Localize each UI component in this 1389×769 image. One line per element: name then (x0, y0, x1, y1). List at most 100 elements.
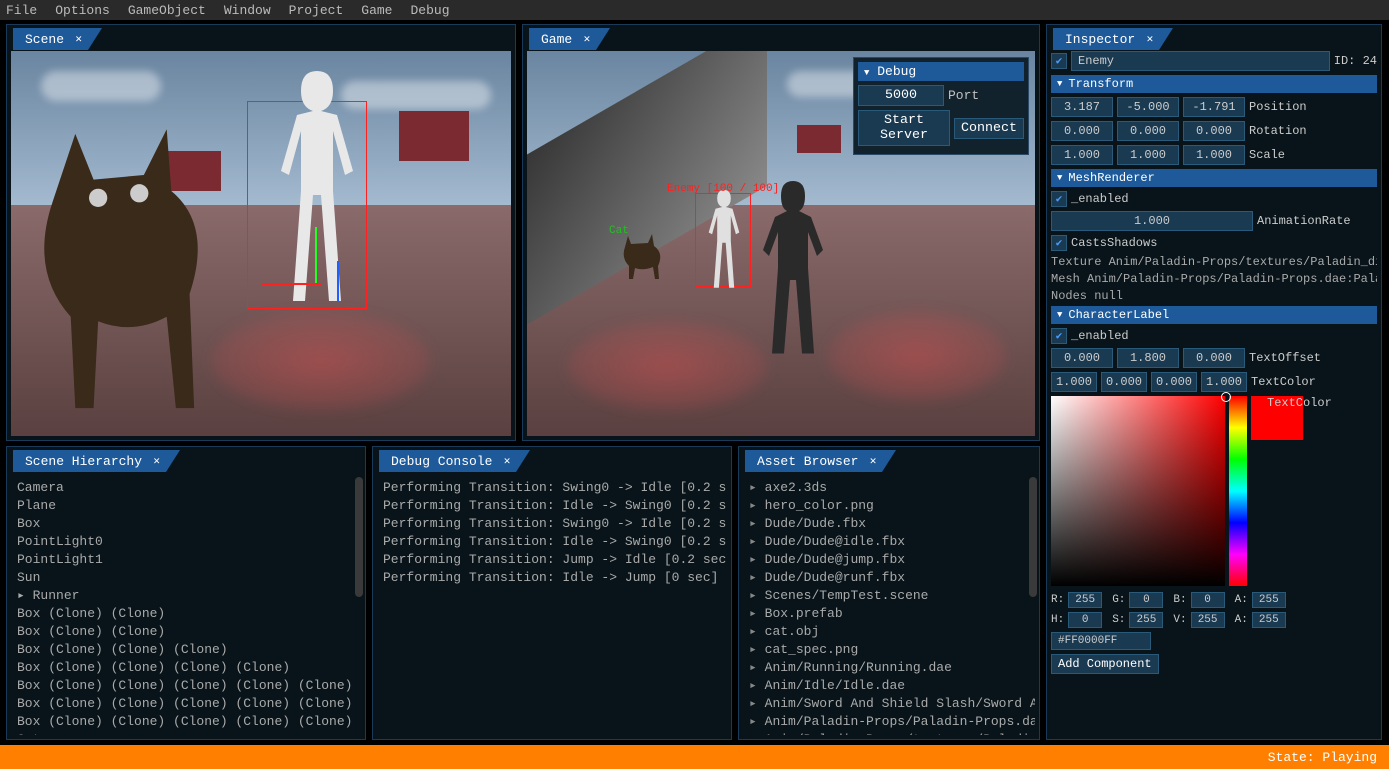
tab-console[interactable]: Debug Console ✕ (379, 450, 516, 472)
color-hex-input[interactable] (1051, 632, 1151, 650)
close-icon[interactable]: ✕ (1147, 32, 1154, 46)
scale-y[interactable] (1117, 145, 1179, 165)
color-s[interactable] (1129, 612, 1163, 628)
hue-slider[interactable] (1229, 396, 1247, 586)
list-item[interactable]: cat_spec.png (749, 641, 1029, 659)
close-icon[interactable]: ✕ (584, 32, 591, 46)
debug-overlay-header[interactable]: ▼ Debug (858, 62, 1024, 81)
list-item[interactable]: Performing Transition: Swing0 -> Idle [0… (383, 515, 721, 533)
list-item[interactable]: Box (Clone) (Clone) (Clone) (Clone) (Clo… (17, 713, 355, 731)
list-item[interactable]: ▸ Runner (17, 587, 355, 605)
menu-project[interactable]: Project (289, 3, 344, 18)
list-item[interactable]: Anim/Paladin-Props/textures/Paladin_di (749, 731, 1029, 735)
console-list[interactable]: Performing Transition: Swing0 -> Idle [0… (377, 473, 727, 735)
list-item[interactable]: Box (Clone) (Clone) (Clone) (Clone) (17, 659, 355, 677)
pos-z[interactable] (1183, 97, 1245, 117)
list-item[interactable]: Box (Clone) (Clone) (Clone) (Clone) (Clo… (17, 677, 355, 695)
tab-assets[interactable]: Asset Browser ✕ (745, 450, 882, 472)
assets-list[interactable]: axe2.3dshero_color.pngDude/Dude.fbxDude/… (743, 473, 1035, 735)
offset-y[interactable] (1117, 348, 1179, 368)
scrollbar[interactable] (1029, 477, 1037, 597)
scrollbar[interactable] (355, 477, 363, 597)
tab-game[interactable]: Game ✕ (529, 28, 596, 50)
color-b[interactable] (1191, 592, 1225, 608)
tab-scene[interactable]: Scene ✕ (13, 28, 88, 50)
color-r[interactable] (1068, 592, 1102, 608)
list-item[interactable]: hero_color.png (749, 497, 1029, 515)
rot-z[interactable] (1183, 121, 1245, 141)
tab-hierarchy[interactable]: Scene Hierarchy ✕ (13, 450, 166, 472)
hierarchy-list[interactable]: CameraPlaneBoxPointLight0PointLight1Sun▸… (11, 473, 361, 735)
close-icon[interactable]: ✕ (504, 454, 511, 468)
list-item[interactable]: Dude/Dude@idle.fbx (749, 533, 1029, 551)
charlabel-enabled-checkbox[interactable]: ✔ (1051, 328, 1067, 344)
meshrenderer-header[interactable]: ▼MeshRenderer (1051, 169, 1377, 187)
list-item[interactable]: Sun (17, 569, 355, 587)
list-item[interactable]: Anim/Running/Running.dae (749, 659, 1029, 677)
menu-file[interactable]: File (6, 3, 37, 18)
scene-viewport[interactable] (11, 51, 511, 436)
color-h[interactable] (1068, 612, 1102, 628)
list-item[interactable]: Box (Clone) (Clone) (Clone) (17, 641, 355, 659)
scale-z[interactable] (1183, 145, 1245, 165)
list-item[interactable]: Box (Clone) (Clone) (17, 623, 355, 641)
transform-header[interactable]: ▼Transform (1051, 75, 1377, 93)
close-icon[interactable]: ✕ (75, 32, 82, 46)
list-item[interactable]: Anim/Idle/Idle.dae (749, 677, 1029, 695)
list-item[interactable]: Performing Transition: Jump -> Idle [0.2… (383, 551, 721, 569)
color-v[interactable] (1191, 612, 1225, 628)
list-item[interactable]: Scenes/TempTest.scene (749, 587, 1029, 605)
scale-x[interactable] (1051, 145, 1113, 165)
list-item[interactable]: Performing Transition: Idle -> Swing0 [0… (383, 497, 721, 515)
close-icon[interactable]: ✕ (870, 454, 877, 468)
offset-x[interactable] (1051, 348, 1113, 368)
rot-x[interactable] (1051, 121, 1113, 141)
object-name-input[interactable] (1071, 51, 1330, 71)
menu-debug[interactable]: Debug (410, 3, 449, 18)
casts-shadows-checkbox[interactable]: ✔ (1051, 235, 1067, 251)
characterlabel-header[interactable]: ▼CharacterLabel (1051, 306, 1377, 324)
add-component-button[interactable]: Add Component (1051, 654, 1159, 674)
color-g[interactable] (1129, 592, 1163, 608)
list-item[interactable]: Performing Transition: Idle -> Jump [0 s… (383, 569, 721, 587)
game-viewport[interactable]: Enemy [100 / 100] Cat ▼ Debug Port Start… (527, 51, 1035, 436)
list-item[interactable]: Box (17, 515, 355, 533)
sv-field[interactable] (1051, 396, 1225, 586)
start-server-button[interactable]: Start Server (858, 110, 950, 146)
sv-cursor-icon[interactable] (1221, 392, 1231, 402)
menu-options[interactable]: Options (55, 3, 110, 18)
list-item[interactable]: PointLight0 (17, 533, 355, 551)
color-a[interactable] (1252, 592, 1286, 608)
close-icon[interactable]: ✕ (153, 454, 160, 468)
textcolor-b[interactable] (1151, 372, 1197, 392)
color-picker[interactable] (1051, 396, 1267, 586)
rot-y[interactable] (1117, 121, 1179, 141)
list-item[interactable]: Camera (17, 479, 355, 497)
anim-rate-input[interactable] (1051, 211, 1253, 231)
list-item[interactable]: Performing Transition: Idle -> Swing0 [0… (383, 533, 721, 551)
list-item[interactable]: Anim/Paladin-Props/Paladin-Props.dae (749, 713, 1029, 731)
list-item[interactable]: PointLight1 (17, 551, 355, 569)
menu-window[interactable]: Window (224, 3, 271, 18)
connect-button[interactable]: Connect (954, 118, 1024, 139)
list-item[interactable]: Plane (17, 497, 355, 515)
list-item[interactable]: axe2.3ds (749, 479, 1029, 497)
list-item[interactable]: Cat (17, 731, 355, 735)
color-a2[interactable] (1252, 612, 1286, 628)
list-item[interactable]: Box (Clone) (Clone) (Clone) (Clone) (Clo… (17, 695, 355, 713)
menu-game[interactable]: Game (361, 3, 392, 18)
pos-x[interactable] (1051, 97, 1113, 117)
textcolor-r[interactable] (1051, 372, 1097, 392)
mesh-enabled-checkbox[interactable]: ✔ (1051, 191, 1067, 207)
list-item[interactable]: cat.obj (749, 623, 1029, 641)
list-item[interactable]: Box.prefab (749, 605, 1029, 623)
list-item[interactable]: Box (Clone) (Clone) (17, 605, 355, 623)
enabled-checkbox[interactable]: ✔ (1051, 53, 1067, 69)
offset-z[interactable] (1183, 348, 1245, 368)
port-input[interactable] (858, 85, 944, 106)
tab-inspector[interactable]: Inspector ✕ (1053, 28, 1159, 50)
list-item[interactable]: Performing Transition: Swing0 -> Idle [0… (383, 479, 721, 497)
textcolor-a[interactable] (1201, 372, 1247, 392)
textcolor-g[interactable] (1101, 372, 1147, 392)
list-item[interactable]: Dude/Dude@runf.fbx (749, 569, 1029, 587)
